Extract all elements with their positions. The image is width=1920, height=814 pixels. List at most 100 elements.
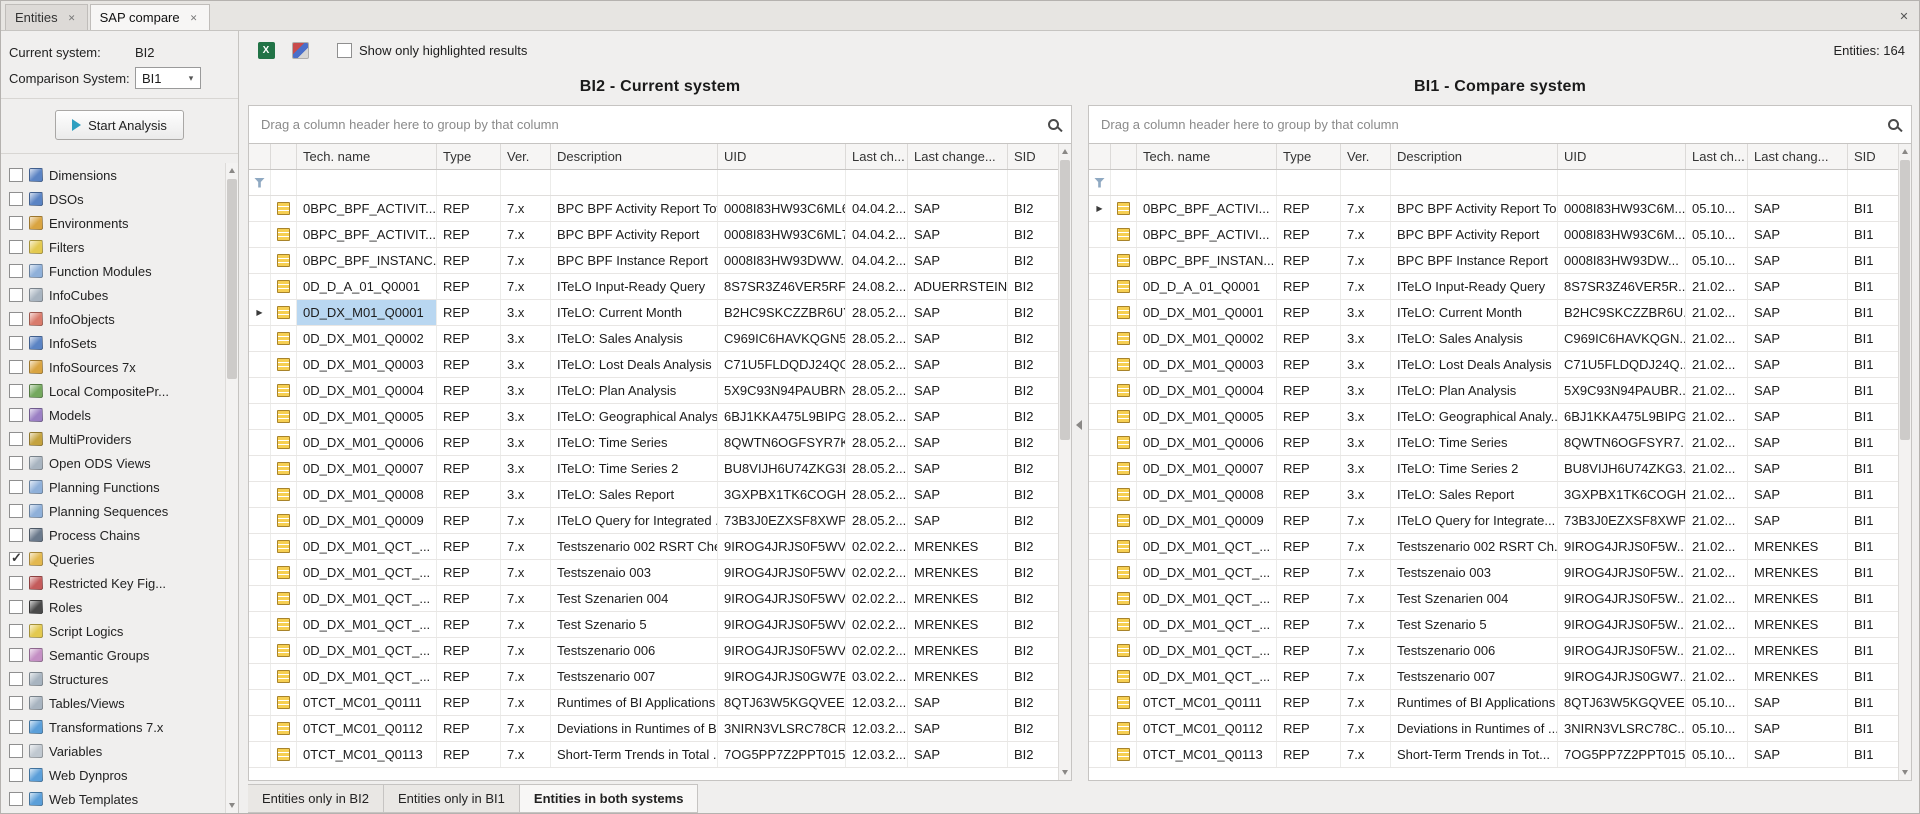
right-group-by-drop-zone[interactable]: Drag a column header here to group by th…	[1088, 105, 1912, 143]
panel-splitter[interactable]	[1072, 69, 1088, 781]
table-row[interactable]: 0D_DX_M01_Q0008 REP 3.x ITeLO: Sales Rep…	[1089, 482, 1898, 508]
filter-row[interactable]	[1089, 170, 1898, 196]
table-row[interactable]: 0D_DX_M01_Q0002 REP 3.x ITeLO: Sales Ana…	[249, 326, 1058, 352]
table-row[interactable]: 0D_DX_M01_Q0001 REP 3.x ITeLO: Current M…	[249, 300, 1058, 326]
tabstrip-close-icon[interactable]	[1895, 8, 1913, 26]
tree-item[interactable]: DSOs	[1, 187, 224, 211]
column-header-changed-by[interactable]: Last change...	[908, 144, 1008, 169]
start-analysis-button[interactable]: Start Analysis	[55, 110, 184, 140]
column-header-last-changed[interactable]: Last ch...	[1686, 144, 1748, 169]
table-row[interactable]: 0D_DX_M01_Q0006 REP 3.x ITeLO: Time Seri…	[1089, 430, 1898, 456]
tree-item[interactable]: Structures	[1, 667, 224, 691]
table-row[interactable]: 0D_DX_M01_Q0005 REP 3.x ITeLO: Geographi…	[249, 404, 1058, 430]
tree-item-checkbox[interactable]	[9, 792, 23, 806]
tree-item[interactable]: MultiProviders	[1, 427, 224, 451]
column-header-sid[interactable]: SID	[1008, 144, 1058, 169]
column-header-description[interactable]: Description	[551, 144, 718, 169]
tree-item[interactable]: Planning Functions	[1, 475, 224, 499]
tree-item[interactable]: Variables	[1, 739, 224, 763]
column-header-changed-by[interactable]: Last chang...	[1748, 144, 1848, 169]
table-row[interactable]: 0D_DX_M01_QCT_... REP 7.x Testszenaio 00…	[249, 560, 1058, 586]
table-row[interactable]: 0D_DX_M01_Q0004 REP 3.x ITeLO: Plan Anal…	[1089, 378, 1898, 404]
table-row[interactable]: 0BPC_BPF_INSTAN... REP 7.x BPC BPF Insta…	[1089, 248, 1898, 274]
table-row[interactable]: 0TCT_MC01_Q0113 REP 7.x Short-Term Trend…	[1089, 742, 1898, 768]
tree-item[interactable]: Tables/Views	[1, 691, 224, 715]
tree-item-checkbox[interactable]	[9, 360, 23, 374]
tree-item-checkbox[interactable]	[9, 312, 23, 326]
tree-item[interactable]: InfoSets	[1, 331, 224, 355]
result-tab[interactable]: Entities in both systems	[520, 784, 699, 813]
tree-item[interactable]: Semantic Groups	[1, 643, 224, 667]
search-icon[interactable]	[1048, 119, 1059, 130]
table-row[interactable]: 0D_D_A_01_Q0001 REP 7.x ITeLO Input-Read…	[1089, 274, 1898, 300]
column-header-last-changed[interactable]: Last ch...	[846, 144, 908, 169]
tree-item[interactable]: Transformations 7.x	[1, 715, 224, 739]
column-header-type[interactable]: Type	[437, 144, 501, 169]
scrollbar-thumb[interactable]	[227, 179, 237, 379]
export-excel-button[interactable]	[255, 39, 277, 61]
scroll-down-icon[interactable]	[1059, 766, 1071, 780]
tree-item[interactable]: Queries	[1, 547, 224, 571]
column-header-uid[interactable]: UID	[718, 144, 846, 169]
column-header-type[interactable]: Type	[1277, 144, 1341, 169]
table-row[interactable]: 0D_DX_M01_QCT_... REP 7.x Test Szenarien…	[1089, 586, 1898, 612]
table-row[interactable]: 0BPC_BPF_ACTIVI... REP 7.x BPC BPF Activ…	[1089, 196, 1898, 222]
table-row[interactable]: 0D_DX_M01_QCT_... REP 7.x Testszenario 0…	[249, 534, 1058, 560]
tree-item-checkbox[interactable]	[9, 528, 23, 542]
column-header-version[interactable]: Ver.	[501, 144, 551, 169]
filter-row[interactable]	[249, 170, 1058, 196]
tree-item-checkbox[interactable]	[9, 696, 23, 710]
result-tab[interactable]: Entities only in BI1	[384, 784, 520, 813]
tree-item-checkbox[interactable]	[9, 288, 23, 302]
search-icon[interactable]	[1888, 119, 1899, 130]
tab-close-icon[interactable]	[66, 12, 78, 24]
right-grid-vertical-scrollbar[interactable]	[1898, 144, 1911, 780]
window-tab[interactable]: Entities	[5, 4, 88, 30]
table-row[interactable]: 0D_DX_M01_Q0001 REP 3.x ITeLO: Current M…	[1089, 300, 1898, 326]
tab-close-icon[interactable]	[188, 12, 200, 24]
table-row[interactable]: 0TCT_MC01_Q0113 REP 7.x Short-Term Trend…	[249, 742, 1058, 768]
tree-item[interactable]: Roles	[1, 595, 224, 619]
tree-item[interactable]: Web Templates	[1, 787, 224, 811]
tree-item-checkbox[interactable]	[9, 432, 23, 446]
scroll-down-icon[interactable]	[1899, 766, 1911, 780]
table-row[interactable]: 0BPC_BPF_INSTANC... REP 7.x BPC BPF Inst…	[249, 248, 1058, 274]
table-row[interactable]: 0D_DX_M01_QCT_... REP 7.x Testszenario 0…	[1089, 638, 1898, 664]
scroll-down-icon[interactable]	[226, 799, 238, 813]
tree-item[interactable]: Function Modules	[1, 259, 224, 283]
table-row[interactable]: 0D_DX_M01_QCT_... REP 7.x Testszenario 0…	[1089, 534, 1898, 560]
left-grid-vertical-scrollbar[interactable]	[1058, 144, 1071, 780]
tree-item[interactable]: InfoCubes	[1, 283, 224, 307]
column-header-version[interactable]: Ver.	[1341, 144, 1391, 169]
table-row[interactable]: 0TCT_MC01_Q0112 REP 7.x Deviations in Ru…	[1089, 716, 1898, 742]
tree-item-checkbox[interactable]	[9, 168, 23, 182]
table-row[interactable]: 0D_D_A_01_Q0001 REP 7.x ITeLO Input-Read…	[249, 274, 1058, 300]
table-row[interactable]: 0D_DX_M01_Q0005 REP 3.x ITeLO: Geographi…	[1089, 404, 1898, 430]
table-row[interactable]: 0TCT_MC01_Q0111 REP 7.x Runtimes of BI A…	[249, 690, 1058, 716]
scrollbar-thumb[interactable]	[1060, 160, 1070, 440]
left-group-by-drop-zone[interactable]: Drag a column header here to group by th…	[248, 105, 1072, 143]
tree-item-checkbox[interactable]	[9, 240, 23, 254]
table-row[interactable]: 0BPC_BPF_ACTIVI... REP 7.x BPC BPF Activ…	[1089, 222, 1898, 248]
table-row[interactable]: 0D_DX_M01_QCT_... REP 7.x Test Szenarien…	[249, 586, 1058, 612]
tree-item-checkbox[interactable]	[9, 624, 23, 638]
tree-item-checkbox[interactable]	[9, 720, 23, 734]
table-row[interactable]: 0D_DX_M01_Q0006 REP 3.x ITeLO: Time Seri…	[249, 430, 1058, 456]
tree-item[interactable]: InfoObjects	[1, 307, 224, 331]
tree-item[interactable]: Script Logics	[1, 619, 224, 643]
highlight-button[interactable]	[289, 39, 311, 61]
table-row[interactable]: 0D_DX_M01_Q0008 REP 3.x ITeLO: Sales Rep…	[249, 482, 1058, 508]
show-highlighted-checkbox[interactable]	[337, 43, 352, 58]
table-row[interactable]: 0D_DX_M01_Q0003 REP 3.x ITeLO: Lost Deal…	[1089, 352, 1898, 378]
tree-item[interactable]: Process Chains	[1, 523, 224, 547]
tree-item-checkbox[interactable]	[9, 264, 23, 278]
table-row[interactable]: 0D_DX_M01_Q0004 REP 3.x ITeLO: Plan Anal…	[249, 378, 1058, 404]
scroll-up-icon[interactable]	[226, 163, 238, 177]
tree-item[interactable]: Web Dynpros	[1, 763, 224, 787]
column-header-sid[interactable]: SID	[1848, 144, 1898, 169]
column-header-description[interactable]: Description	[1391, 144, 1558, 169]
column-header-uid[interactable]: UID	[1558, 144, 1686, 169]
tree-item[interactable]: Local CompositePr...	[1, 379, 224, 403]
table-row[interactable]: 0D_DX_M01_QCT_... REP 7.x Testszenario 0…	[249, 664, 1058, 690]
table-row[interactable]: 0TCT_MC01_Q0112 REP 7.x Deviations in Ru…	[249, 716, 1058, 742]
